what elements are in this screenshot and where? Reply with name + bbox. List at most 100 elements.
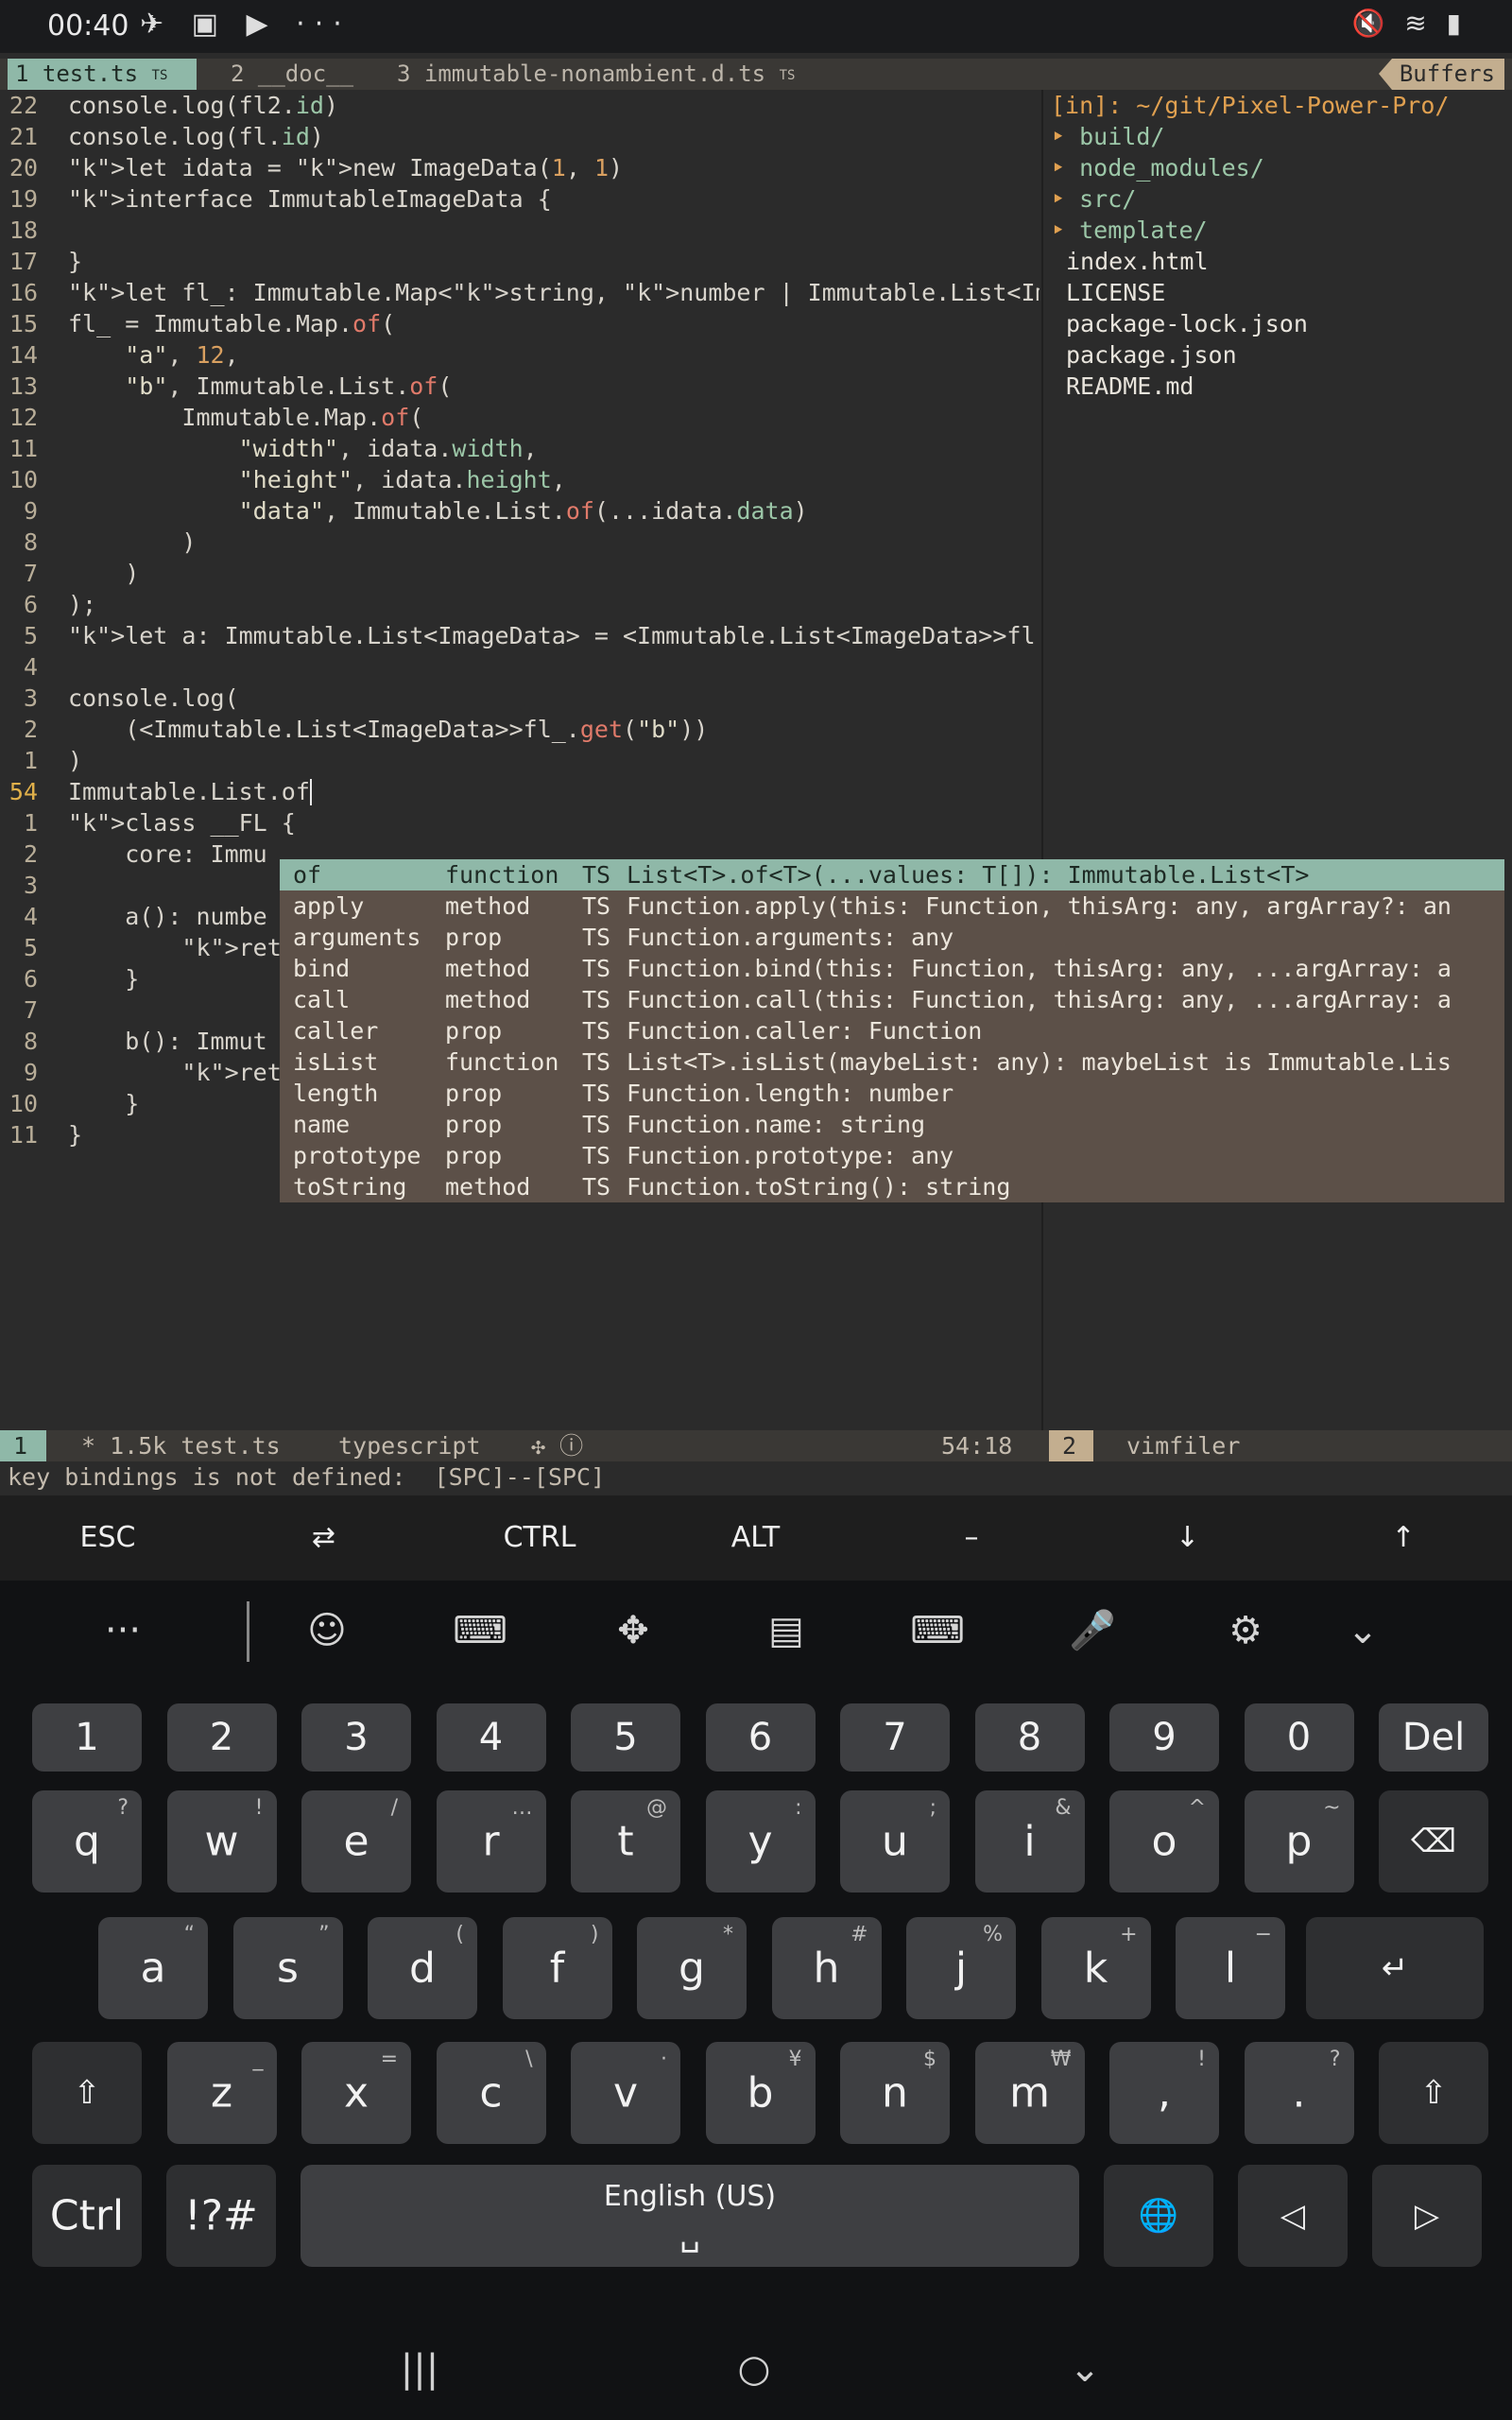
text-edit-icon[interactable]: ✥ xyxy=(595,1598,671,1664)
key-e[interactable]: e / xyxy=(301,1790,411,1893)
ctrl-key[interactable]: Ctrl xyxy=(32,2165,142,2267)
filer-file[interactable]: index.html xyxy=(1066,246,1209,277)
key-i[interactable]: i & xyxy=(974,1790,1085,1893)
up-arrow-key[interactable]: ↑ xyxy=(1296,1495,1511,1581)
dash-key[interactable]: – xyxy=(864,1495,1079,1581)
completion-item[interactable]: of function TS List<T>.of<T>(...values: T[]… xyxy=(280,859,1504,890)
tab-test-ts[interactable]: 1 test.ts TS xyxy=(8,59,197,90)
key-t[interactable]: t @ xyxy=(571,1790,680,1893)
key-j[interactable]: j% xyxy=(906,1917,1016,2019)
key-h[interactable]: h # xyxy=(771,1917,882,2019)
completion-item[interactable]: caller prop TS Function.caller: Function xyxy=(280,1015,1504,1046)
key-r[interactable]: r… xyxy=(436,1790,546,1893)
language-key[interactable]: 🌐 xyxy=(1104,2165,1213,2267)
tab-key[interactable]: ⇄ xyxy=(216,1495,432,1581)
tab-immutable-nonambient[interactable]: 3 immutable-nonambient.d.ts TS xyxy=(389,59,795,90)
clipboard-icon[interactable]: ▤ xyxy=(748,1598,824,1664)
delete-key[interactable]: Del xyxy=(1379,1703,1488,1772)
space-bar[interactable]: English (US) ␣ xyxy=(301,2165,1079,2267)
comma-key[interactable]: ,! xyxy=(1109,2042,1219,2144)
more-icon[interactable]: ··· xyxy=(85,1598,161,1664)
completion-item[interactable]: name prop TS Function.name: string xyxy=(280,1109,1504,1140)
cursor-right-key[interactable]: ▷ xyxy=(1372,2165,1482,2267)
key-l[interactable]: l − xyxy=(1176,1917,1285,2019)
completion-item[interactable]: apply method TS Function.apply(this: Functi… xyxy=(280,890,1504,922)
key-z[interactable]: z _ xyxy=(166,2042,277,2144)
key-7[interactable]: 7 xyxy=(840,1703,950,1772)
code-editor[interactable]: 22 console.log(fl2.id) 21 console.log(fl.id… xyxy=(0,90,1040,1436)
completion-item[interactable]: length prop TS Function.length: number xyxy=(280,1078,1504,1109)
ctrl-key[interactable]: CTRL xyxy=(432,1495,647,1581)
key-x[interactable]: x = xyxy=(301,2042,411,2144)
key-q[interactable]: q? xyxy=(32,1790,142,1893)
microphone-icon[interactable]: 🎤 xyxy=(1055,1598,1130,1664)
line-number: 9 xyxy=(23,1059,38,1086)
filer-file[interactable]: package-lock.json xyxy=(1066,308,1308,339)
vimfiler-panel[interactable]: [in]: ~/git/Pixel-Power-Pro/ ‣ build/‣ n… xyxy=(1051,90,1512,1432)
key-k[interactable]: k + xyxy=(1040,1917,1151,2019)
key-6[interactable]: 6 xyxy=(705,1703,816,1772)
key-c[interactable]: c \ xyxy=(436,2042,546,2144)
key-f[interactable]: f) xyxy=(502,1917,612,2019)
filer-file[interactable]: README.md xyxy=(1066,371,1194,402)
cursor-left-key[interactable]: ◁ xyxy=(1238,2165,1348,2267)
key-g[interactable]: g * xyxy=(637,1917,747,2019)
alt-key[interactable]: ALT xyxy=(648,1495,864,1581)
completion-popup[interactable]: of function TS List<T>.of<T>(...values: T[]… xyxy=(280,859,1504,1202)
filer-directory[interactable]: ‣ build/ xyxy=(1051,121,1164,152)
key-u[interactable]: u; xyxy=(840,1790,950,1893)
completion-item[interactable]: call method TS Function.call(this: Function… xyxy=(280,984,1504,1015)
emoji-icon[interactable]: ☺ xyxy=(289,1598,365,1664)
key-9[interactable]: 9 xyxy=(1109,1703,1219,1772)
key-m[interactable]: m ₩ xyxy=(974,2042,1085,2144)
tab-doc[interactable]: 2 __doc__ xyxy=(223,59,353,90)
completion-item[interactable]: arguments prop TS Function.arguments: any xyxy=(280,922,1504,953)
window-divider xyxy=(1041,90,1043,1432)
home-button[interactable]: ○ xyxy=(707,2341,801,2397)
completion-item[interactable]: prototype prop TS Function.prototype: any xyxy=(280,1140,1504,1171)
key-y[interactable]: y: xyxy=(705,1790,816,1893)
key-n[interactable]: n $ xyxy=(840,2042,950,2144)
shift-key-right[interactable]: ⇧ xyxy=(1379,2042,1488,2144)
key-1[interactable]: 1 xyxy=(32,1703,142,1772)
filer-directory[interactable]: ‣ src/ xyxy=(1051,183,1136,215)
key-p[interactable]: p ~ xyxy=(1244,1790,1354,1893)
key-5[interactable]: 5 xyxy=(571,1703,680,1772)
shift-key-left[interactable]: ⇧ xyxy=(32,2042,142,2144)
recents-button[interactable]: ||| xyxy=(372,2341,467,2397)
back-button[interactable]: ⌄ xyxy=(1038,2341,1132,2397)
settings-icon[interactable]: ⚙ xyxy=(1208,1598,1283,1664)
symbols-key[interactable]: !?# xyxy=(166,2165,276,2267)
completion-item[interactable]: isList function TS List<T>.isList(maybeList… xyxy=(280,1046,1504,1078)
keyboard-mode-icon[interactable]: ⌨ xyxy=(900,1598,975,1664)
key-d[interactable]: d( xyxy=(368,1917,477,2019)
key-0[interactable]: 0 xyxy=(1244,1703,1354,1772)
key-v[interactable]: v · xyxy=(571,2042,680,2144)
key-b[interactable]: b ¥ xyxy=(705,2042,816,2144)
key-w[interactable]: w! xyxy=(166,1790,277,1893)
key-8[interactable]: 8 xyxy=(974,1703,1085,1772)
period-key[interactable]: .? xyxy=(1244,2042,1354,2144)
terminal-vim[interactable]: 1 test.ts TS 2 __doc__ 3 immutable-nonam… xyxy=(0,53,1512,1495)
keyboard-icon[interactable]: ⌨ xyxy=(442,1598,518,1664)
down-arrow-key[interactable]: ↓ xyxy=(1080,1495,1296,1581)
backspace-key[interactable]: ⌫ xyxy=(1379,1790,1488,1893)
filer-file[interactable]: LICENSE xyxy=(1066,277,1165,308)
filer-directory[interactable]: ‣ node_modules/ xyxy=(1051,152,1264,183)
filer-directory[interactable]: ‣ template/ xyxy=(1051,215,1208,246)
filer-file[interactable]: package.json xyxy=(1066,339,1237,371)
line-number: 14 xyxy=(9,341,38,369)
editor-line: 21 console.log(fl.id) xyxy=(0,121,1040,152)
key-a[interactable]: a “ xyxy=(98,1917,208,2019)
hide-keyboard-icon[interactable]: ⌄ xyxy=(1325,1598,1400,1664)
key-s[interactable]: s” xyxy=(232,1917,343,2019)
completion-item[interactable]: toString method TS Function.toString(): str… xyxy=(280,1171,1504,1202)
key-4[interactable]: 4 xyxy=(436,1703,546,1772)
line-number: 1 xyxy=(23,747,38,774)
completion-item[interactable]: bind method TS Function.bind(this: Function… xyxy=(280,953,1504,984)
enter-key[interactable]: ↵ xyxy=(1306,1917,1484,2019)
key-2[interactable]: 2 xyxy=(166,1703,277,1772)
key-3[interactable]: 3 xyxy=(301,1703,411,1772)
esc-key[interactable]: ESC xyxy=(0,1495,215,1581)
key-o[interactable]: o ^ xyxy=(1109,1790,1219,1893)
